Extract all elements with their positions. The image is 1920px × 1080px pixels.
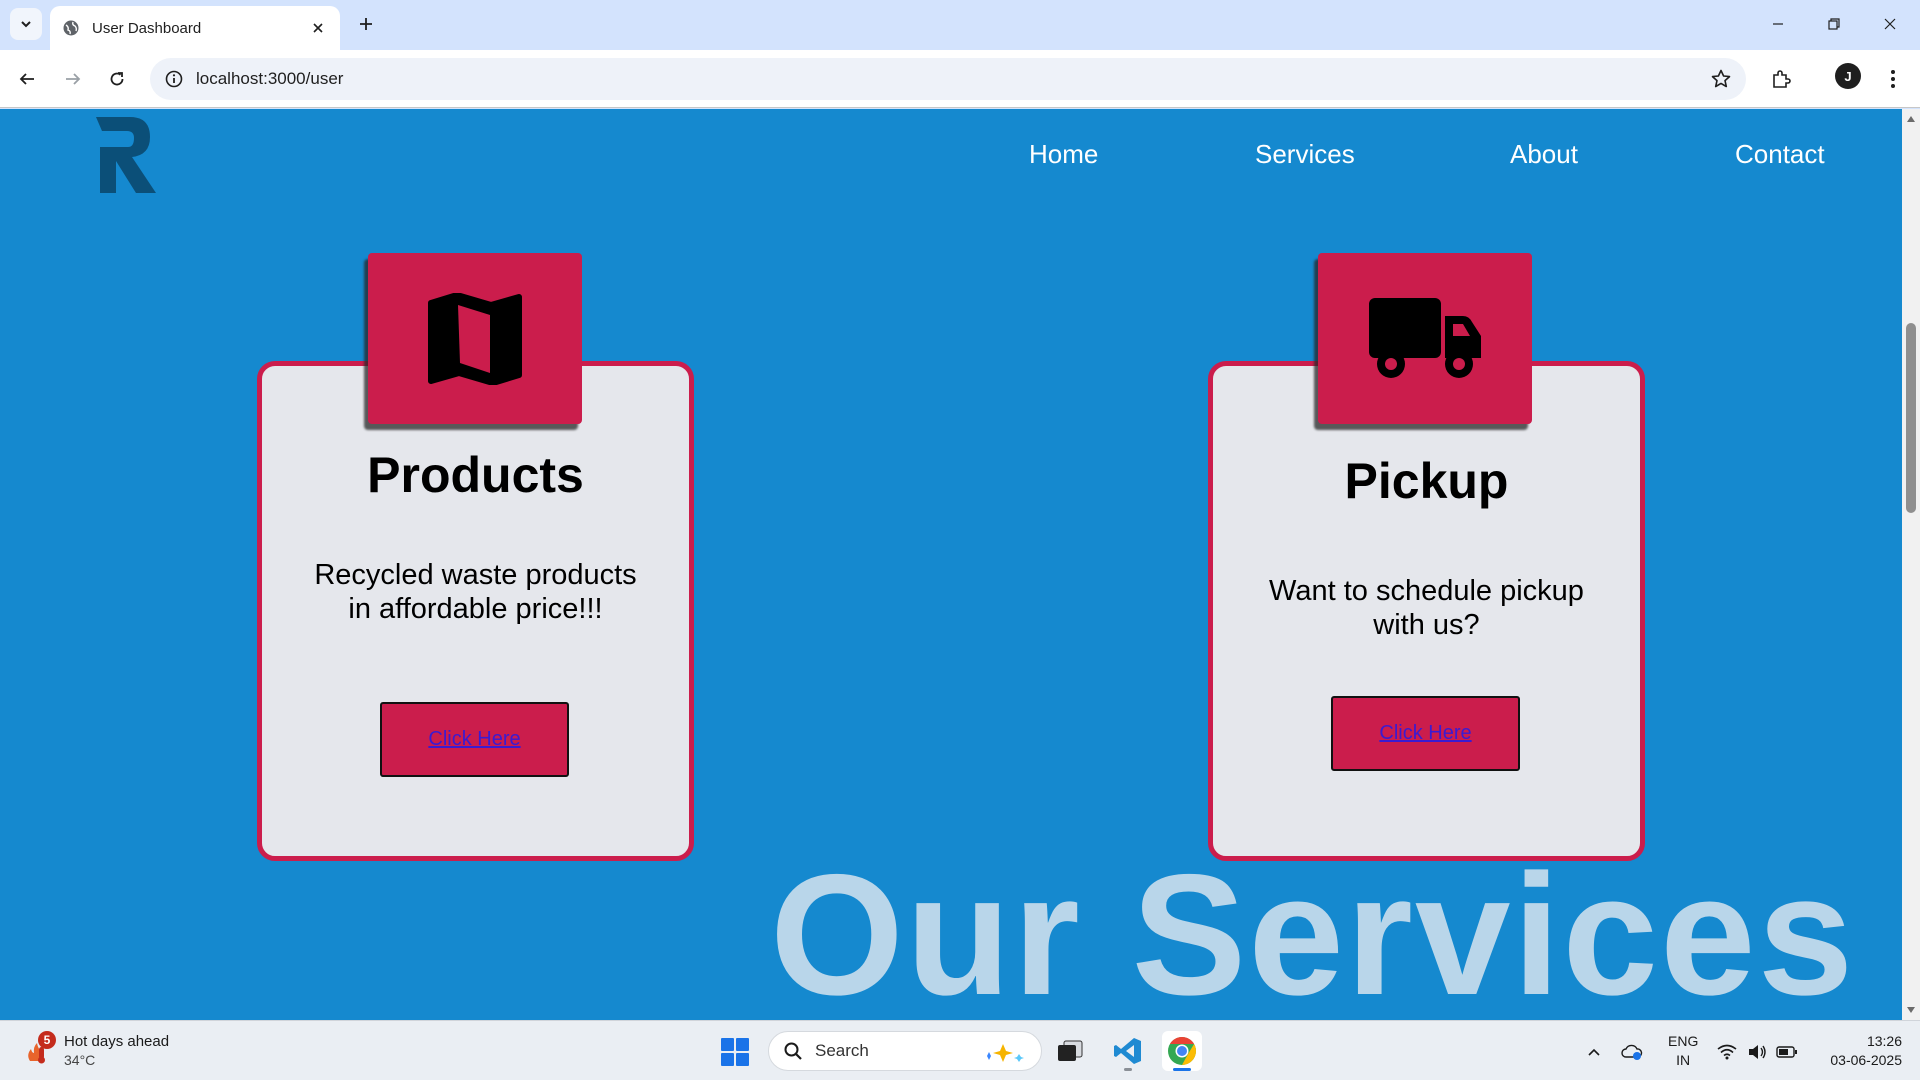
card-title: Pickup	[1344, 453, 1509, 509]
products-click-here-button[interactable]: Click Here	[380, 702, 569, 777]
notification-badge: 5	[38, 1031, 56, 1049]
reload-button[interactable]	[102, 64, 132, 94]
site-info-icon[interactable]	[164, 69, 184, 89]
wifi-icon[interactable]	[1716, 1041, 1738, 1063]
pickup-card: Pickup Want to schedule pickup with us? …	[1208, 361, 1645, 861]
taskbar-search[interactable]: Search	[768, 1031, 1042, 1071]
truck-icon	[1369, 297, 1481, 378]
restore-icon	[1828, 18, 1840, 30]
nav-services[interactable]: Services	[1255, 139, 1355, 170]
browser-menu-button[interactable]	[1878, 64, 1908, 94]
battery-icon[interactable]	[1776, 1041, 1798, 1063]
running-indicator	[1124, 1068, 1132, 1071]
site-logo[interactable]	[94, 117, 158, 193]
search-icon	[784, 1042, 802, 1060]
weather-widget[interactable]: 5 Hot days ahead 34°C	[22, 1031, 222, 1071]
globe-icon	[62, 19, 80, 37]
system-clock[interactable]: 13:26 03-06-2025	[1810, 1032, 1902, 1070]
plus-icon	[360, 18, 372, 30]
vscode-taskbar-button[interactable]	[1108, 1031, 1148, 1071]
windows-taskbar: 5 Hot days ahead 34°C Search ENG IN 13:2…	[0, 1020, 1920, 1080]
clock-date: 03-06-2025	[1830, 1052, 1902, 1068]
active-indicator	[1173, 1068, 1191, 1071]
volume-icon[interactable]	[1746, 1041, 1768, 1063]
language-code: ENG	[1668, 1033, 1699, 1049]
file-explorer-taskbar-button[interactable]	[1050, 1031, 1090, 1071]
url-text: localhost:3000/user	[196, 69, 344, 88]
puzzle-icon	[1773, 70, 1791, 88]
minimize-button[interactable]	[1750, 0, 1806, 48]
extensions-button[interactable]	[1766, 64, 1796, 94]
arrow-left-icon	[19, 73, 34, 85]
reload-icon	[110, 72, 124, 86]
card-description: Want to schedule pickup with us?	[1269, 575, 1584, 641]
minimize-icon	[1773, 23, 1783, 25]
clock-time: 13:26	[1866, 1033, 1902, 1049]
browser-toolbar: localhost:3000/user J	[0, 50, 1920, 108]
weather-title: Hot days ahead	[64, 1033, 170, 1050]
forward-button[interactable]	[58, 64, 88, 94]
card-title: Products	[367, 447, 584, 503]
more-vertical-icon	[1891, 70, 1895, 88]
arrow-right-icon	[66, 73, 81, 85]
chevron-down-icon	[21, 21, 31, 28]
chrome-taskbar-button[interactable]	[1162, 1031, 1202, 1071]
close-window-button[interactable]	[1862, 0, 1918, 48]
tab-title: User Dashboard	[92, 19, 202, 37]
search-label: Search	[815, 1041, 869, 1060]
close-icon	[1884, 18, 1896, 30]
language-indicator[interactable]: ENG IN	[1668, 1032, 1698, 1070]
sparkle-icon	[987, 1044, 1024, 1062]
card-description: Recycled waste products in affordable pr…	[314, 559, 637, 625]
browser-tab-strip: User Dashboard	[0, 0, 1920, 50]
new-tab-button[interactable]	[352, 10, 380, 38]
scrollbar-thumb[interactable]	[1906, 323, 1916, 513]
scroll-up-icon[interactable]	[1905, 113, 1917, 125]
tab-search-button[interactable]	[10, 8, 42, 40]
chevron-up-icon[interactable]	[1583, 1041, 1605, 1063]
address-bar[interactable]: localhost:3000/user	[150, 58, 1746, 100]
products-card: Products Recycled waste products in affo…	[257, 361, 694, 861]
close-tab-icon[interactable]	[308, 18, 328, 38]
windows-start-icon[interactable]	[720, 1037, 750, 1067]
pickup-icon-box	[1318, 253, 1532, 424]
profile-avatar[interactable]: J	[1835, 63, 1861, 89]
nav-home[interactable]: Home	[1029, 139, 1098, 170]
section-heading-watermark: Our Services	[770, 839, 1856, 1020]
language-region: IN	[1676, 1052, 1691, 1068]
page-viewport: Home Services About Contact Products Rec…	[0, 109, 1902, 1020]
task-view-icon	[1058, 1040, 1083, 1061]
restore-button[interactable]	[1806, 0, 1862, 48]
browser-tab-active[interactable]: User Dashboard	[50, 6, 340, 50]
products-icon-box	[368, 253, 582, 424]
back-button[interactable]	[12, 64, 42, 94]
onedrive-status-icon[interactable]	[1621, 1041, 1643, 1063]
vscode-icon	[1114, 1038, 1141, 1064]
nav-about[interactable]: About	[1510, 139, 1578, 170]
weather-temperature: 34°C	[64, 1052, 96, 1068]
chrome-icon	[1168, 1037, 1196, 1065]
page-scrollbar[interactable]	[1902, 109, 1920, 1020]
pickup-click-here-button[interactable]: Click Here	[1331, 696, 1520, 771]
scroll-down-icon[interactable]	[1905, 1004, 1917, 1016]
nav-contact[interactable]: Contact	[1735, 139, 1825, 170]
bookmark-star-icon[interactable]	[1710, 68, 1732, 90]
map-icon	[428, 292, 522, 385]
